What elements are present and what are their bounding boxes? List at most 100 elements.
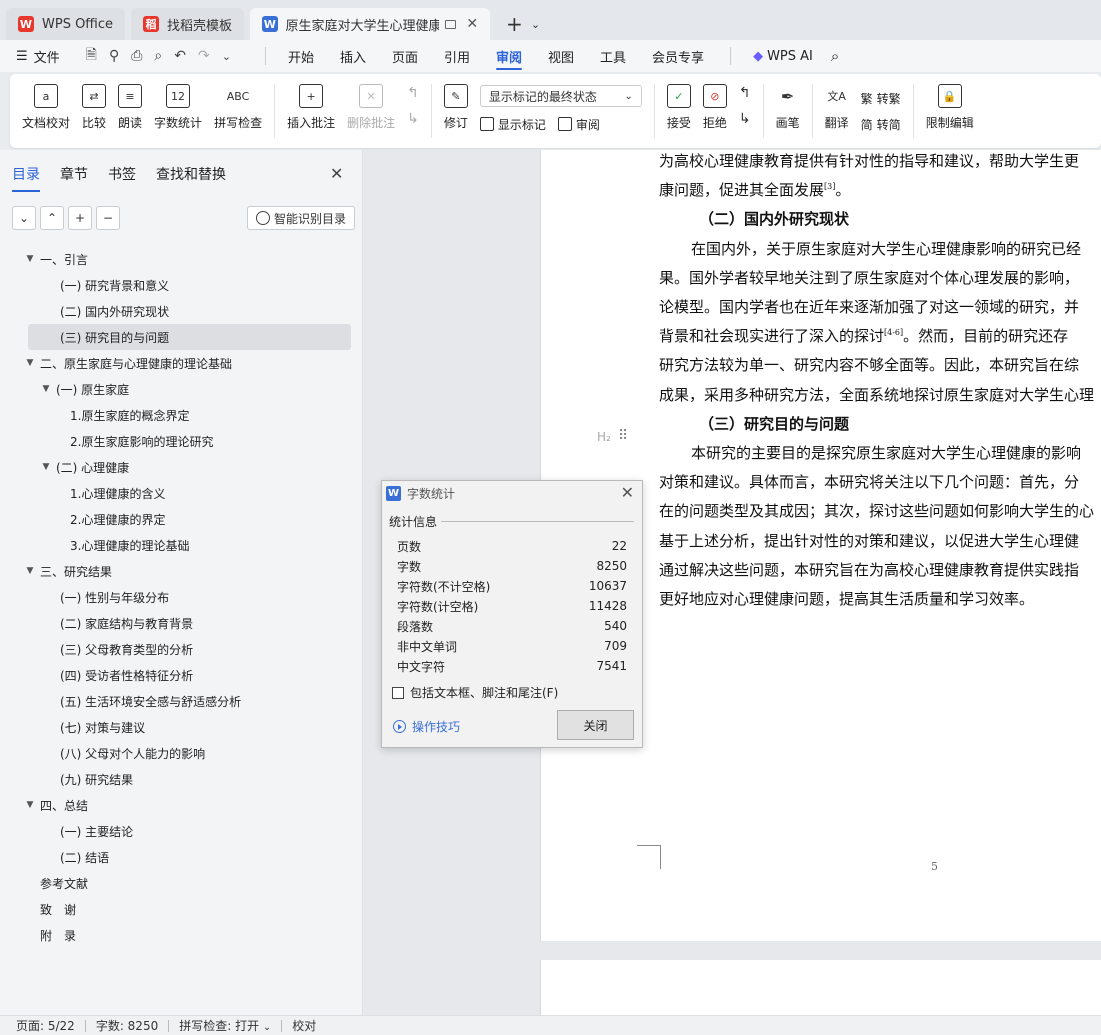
redo-icon[interactable]: ↷ xyxy=(198,48,210,64)
print-preview-icon[interactable]: ⌕ xyxy=(154,48,162,64)
chevron-down-icon[interactable]: ⌄ xyxy=(222,50,231,63)
smart-toc-button[interactable]: 智能识别目录 xyxy=(247,206,356,230)
menu-references[interactable]: 引用 xyxy=(444,40,470,72)
reject-button[interactable]: ⊘ 拒绝 xyxy=(697,74,733,148)
tab-document[interactable]: W 原生家庭对大学生心理健康影响 ✕ xyxy=(250,8,491,40)
menu-member[interactable]: 会员专享 xyxy=(652,40,704,72)
word-count-button[interactable]: 12 字数统计 xyxy=(148,74,208,148)
paragraph-line[interactable]: 研究方法较为单一、研究内容不够全面等。因此，本研究旨在综 xyxy=(659,351,1101,380)
paragraph-line[interactable]: 通过解决这些问题，本研究旨在为高校心理健康教育提供实践指 xyxy=(659,556,1101,585)
section-heading[interactable]: （二）国内外研究现状 xyxy=(659,205,1101,234)
paragraph-line[interactable]: 为高校心理健康教育提供有针对性的指导和建议，帮助大学生更 xyxy=(659,150,1101,176)
close-icon[interactable]: ✕ xyxy=(621,483,634,502)
toc-item[interactable]: 参考文献 xyxy=(0,870,363,896)
show-markup-button[interactable]: 显示标记 xyxy=(479,111,546,137)
close-icon[interactable]: ✕ xyxy=(466,16,478,32)
paragraph-line[interactable]: 康问题，促进其全面发展[3]。 xyxy=(659,176,1101,205)
toc-item[interactable]: ▼ (二) 心理健康 xyxy=(0,454,363,480)
read-aloud-button[interactable]: ≡ 朗读 xyxy=(112,74,148,148)
paragraph-line[interactable]: 本研究的主要目的是探究原生家庭对大学生心理健康的影响 xyxy=(659,439,1101,468)
toc-item[interactable]: 致 谢 xyxy=(0,896,363,922)
add-icon[interactable]: + xyxy=(68,206,92,230)
toc-item[interactable]: 1.心理健康的含义 xyxy=(0,480,363,506)
pen-button[interactable]: ✒ 画笔 xyxy=(770,74,806,148)
checkbox-icon[interactable] xyxy=(392,686,404,699)
toc-item[interactable]: 1.原生家庭的概念界定 xyxy=(0,402,363,428)
status-word-count[interactable]: 字数: 8250 xyxy=(96,1017,158,1034)
paragraph-line[interactable]: 论模型。国内学者也在近年来逐渐加强了对这一领域的研究，并 xyxy=(659,293,1101,322)
tab-chapters[interactable]: 章节 xyxy=(60,164,88,192)
toc-item[interactable]: (一) 性别与年级分布 xyxy=(0,584,363,610)
toc-item[interactable]: ▼ (一) 原生家庭 xyxy=(0,376,363,402)
chevron-down-icon[interactable]: ▼ xyxy=(40,384,52,394)
compare-button[interactable]: ⇄ 比较 xyxy=(76,74,112,148)
dialog-title-bar[interactable]: W 字数统计 ✕ xyxy=(382,481,642,505)
tab-find-replace[interactable]: 查找和替换 xyxy=(156,164,226,192)
menu-home[interactable]: 开始 xyxy=(288,40,314,72)
close-icon[interactable]: ✕ xyxy=(330,164,343,183)
toc-item[interactable]: (二) 国内外研究现状 xyxy=(0,298,363,324)
save-icon[interactable]: 🗎 xyxy=(86,44,97,68)
status-page[interactable]: 页面: 5/22 xyxy=(16,1017,75,1034)
insert-comment-button[interactable]: + 插入批注 xyxy=(281,74,341,148)
track-changes-button[interactable]: ✎ 修订 xyxy=(438,74,474,148)
status-spell-check[interactable]: 拼写检查: 打开 ⌄ xyxy=(179,1017,271,1034)
menu-view[interactable]: 视图 xyxy=(548,40,574,72)
tab-wps-office[interactable]: W WPS Office xyxy=(6,8,126,40)
toc-item[interactable]: 2.原生家庭影响的理论研究 xyxy=(0,428,363,454)
toc-item[interactable]: (二) 家庭结构与教育背景 xyxy=(0,610,363,636)
undo-icon[interactable]: ↶ xyxy=(174,48,186,64)
chevron-down-icon[interactable]: ▼ xyxy=(40,462,52,472)
next-comment-icon[interactable]: ↳ xyxy=(407,111,419,137)
tab-toc[interactable]: 目录 xyxy=(12,164,40,192)
toc-item[interactable]: (四) 受访者性格特征分析 xyxy=(0,662,363,688)
review-pane-button[interactable]: 审阅 xyxy=(557,111,600,137)
translate-button[interactable]: 文A 翻译 xyxy=(819,74,855,148)
link-icon[interactable]: ⚲ xyxy=(109,48,119,64)
paragraph-line[interactable]: 更好地应对心理健康问题，提高其生活质量和学习效率。 xyxy=(659,585,1101,614)
markup-select[interactable]: 显示标记的最终状态 ⌄ xyxy=(479,85,642,107)
chevron-down-icon[interactable]: ▼ xyxy=(24,358,36,368)
toc-item[interactable]: (一) 主要结论 xyxy=(0,818,363,844)
accept-button[interactable]: ✓ 接受 xyxy=(661,74,697,148)
drag-handle-icon[interactable]: ⠿ xyxy=(618,428,628,444)
new-tab-icon[interactable]: + xyxy=(502,8,527,40)
toc-item[interactable]: (二) 结语 xyxy=(0,844,363,870)
next-change-icon[interactable]: ↳ xyxy=(739,111,751,137)
menu-tools[interactable]: 工具 xyxy=(600,40,626,72)
prev-change-icon[interactable]: ↰ xyxy=(739,85,751,111)
toc-item[interactable]: (八) 父母对个人能力的影响 xyxy=(0,740,363,766)
to-simplified-button[interactable]: 简转简 xyxy=(861,111,901,137)
doc-check-button[interactable]: a 文档校对 xyxy=(16,74,76,148)
paragraph-line[interactable]: 在国内外，关于原生家庭对大学生心理健康影响的研究已经 xyxy=(659,235,1101,264)
toc-item[interactable]: (三) 父母教育类型的分析 xyxy=(0,636,363,662)
search-icon[interactable]: ⌕ xyxy=(831,40,839,72)
paragraph-line[interactable]: 成果，采用多种研究方法，全面系统地探讨原生家庭对大学生心理 xyxy=(659,381,1101,410)
expand-icon[interactable]: ⌄ xyxy=(12,206,36,230)
paragraph-line[interactable]: 在的问题类型及其成因；其次，探讨这些问题如何影响大学生的心 xyxy=(659,497,1101,526)
document-text[interactable]: 为高校心理健康教育提供有针对性的指导和建议，帮助大学生更 康问题，促进其全面发展[… xyxy=(659,150,1101,614)
tab-docer-templates[interactable]: 稻 找稻壳模板 xyxy=(131,8,245,40)
paragraph-line[interactable]: 果。国外学者较早地关注到了原生家庭对个体心理发展的影响， xyxy=(659,264,1101,293)
tips-link[interactable]: 操作技巧 xyxy=(393,718,460,735)
paragraph-line[interactable]: 基于上述分析，提出针对性的对策和建议，以促进大学生心理健 xyxy=(659,527,1101,556)
tab-bookmarks[interactable]: 书签 xyxy=(108,164,136,192)
spell-check-button[interactable]: ABC 拼写检查 xyxy=(208,74,268,148)
toc-item[interactable]: ▼ 三、研究结果 xyxy=(0,558,363,584)
toc-item[interactable]: (三) 研究目的与问题 xyxy=(28,324,351,350)
chevron-down-icon[interactable]: ▼ xyxy=(24,254,36,264)
collapse-icon[interactable]: ⌃ xyxy=(40,206,64,230)
status-proof[interactable]: 校对 xyxy=(292,1017,316,1034)
include-textbox-checkbox[interactable]: 包括文本框、脚注和尾注(F) xyxy=(392,684,642,701)
toc-item[interactable]: (一) 研究背景和意义 xyxy=(0,272,363,298)
menu-page[interactable]: 页面 xyxy=(392,40,418,72)
toc-item[interactable]: (九) 研究结果 xyxy=(0,766,363,792)
paragraph-line[interactable]: 对策和建议。具体而言，本研究将关注以下几个问题：首先，分 xyxy=(659,468,1101,497)
toc-item[interactable]: 3.心理健康的理论基础 xyxy=(0,532,363,558)
toc-item[interactable]: 附 录 xyxy=(0,922,363,948)
toc-item[interactable]: ▼ 二、原生家庭与心理健康的理论基础 xyxy=(0,350,363,376)
paragraph-line[interactable]: 背景和社会现实进行了深入的探讨[4-6]。然而，目前的研究还存 xyxy=(659,322,1101,351)
toc-item[interactable]: (七) 对策与建议 xyxy=(0,714,363,740)
prev-comment-icon[interactable]: ↰ xyxy=(407,85,419,111)
delete-comment-button[interactable]: ✕ 删除批注 xyxy=(341,74,401,148)
